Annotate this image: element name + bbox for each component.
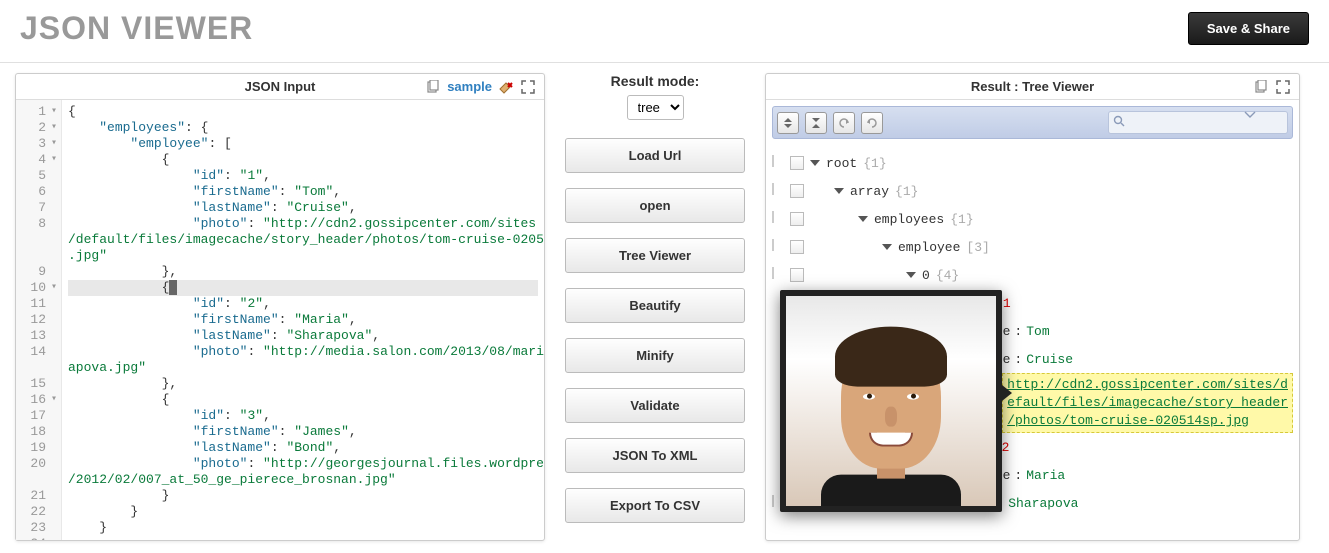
expand-all-icon[interactable] — [777, 112, 799, 134]
tree-node[interactable]: 0{4} — [772, 261, 1293, 289]
copy-result-icon[interactable] — [1253, 79, 1269, 95]
json-to-xml-button[interactable]: JSON To XML — [565, 438, 745, 473]
sample-link[interactable]: sample — [447, 79, 492, 94]
tree-node[interactable]: employees{1} — [772, 205, 1293, 233]
tree-node[interactable]: employee[3] — [772, 233, 1293, 261]
undo-icon[interactable] — [833, 112, 855, 134]
clear-icon[interactable] — [498, 79, 514, 95]
tree-node[interactable]: root{1} — [772, 149, 1293, 177]
redo-icon[interactable] — [861, 112, 883, 134]
tree-node[interactable]: array{1} — [772, 177, 1293, 205]
validate-button[interactable]: Validate — [565, 388, 745, 423]
chevron-down-icon[interactable] — [1244, 111, 1256, 119]
collapse-all-icon[interactable] — [805, 112, 827, 134]
fullscreen-result-icon[interactable] — [1275, 79, 1291, 95]
input-panel-header: JSON Input sample — [16, 74, 544, 100]
tree-body: root{1}array{1}employees{1}employee[3]0{… — [766, 100, 1299, 540]
fullscreen-icon[interactable] — [520, 79, 536, 95]
search-icon — [1113, 115, 1125, 127]
result-panel: Result : Tree Viewer — [765, 73, 1300, 541]
code-editor[interactable]: 1 ▾2 ▾3 ▾4 ▾5 6 7 8 9 10 ▾11 12 13 14 15… — [16, 100, 544, 540]
copy-icon[interactable] — [425, 79, 441, 95]
preview-image — [786, 296, 996, 506]
tree-search-input[interactable] — [1108, 111, 1288, 134]
beautify-button[interactable]: Beautify — [565, 288, 745, 323]
result-panel-title: Result : Tree Viewer — [774, 79, 1291, 94]
export-to-csv-button[interactable]: Export To CSV — [565, 488, 745, 523]
result-mode-select[interactable]: tree — [627, 95, 684, 120]
tree-toolbar — [772, 106, 1293, 139]
editor-code[interactable]: { "employees": { "employee": [ { "id": "… — [62, 100, 544, 540]
json-input-panel: JSON Input sample 1 ▾2 ▾3 ▾4 ▾5 6 7 8 9 … — [15, 73, 545, 541]
action-panel: Result mode: tree Load Url open Tree Viewe… — [565, 73, 745, 541]
save-share-button[interactable]: Save & Share — [1188, 12, 1309, 45]
main-area: JSON Input sample 1 ▾2 ▾3 ▾4 ▾5 6 7 8 9 … — [0, 63, 1329, 551]
app-header: JSON VIEWER Save & Share — [0, 0, 1329, 63]
minify-button[interactable]: Minify — [565, 338, 745, 373]
tree-viewer-button[interactable]: Tree Viewer — [565, 238, 745, 273]
result-mode-label: Result mode: — [565, 73, 745, 89]
open-button[interactable]: open — [565, 188, 745, 223]
app-title: JSON VIEWER — [20, 10, 253, 47]
result-panel-header: Result : Tree Viewer — [766, 74, 1299, 100]
editor-gutter: 1 ▾2 ▾3 ▾4 ▾5 6 7 8 9 10 ▾11 12 13 14 15… — [16, 100, 62, 540]
load-url-button[interactable]: Load Url — [565, 138, 745, 173]
image-preview-popup — [780, 290, 1002, 512]
